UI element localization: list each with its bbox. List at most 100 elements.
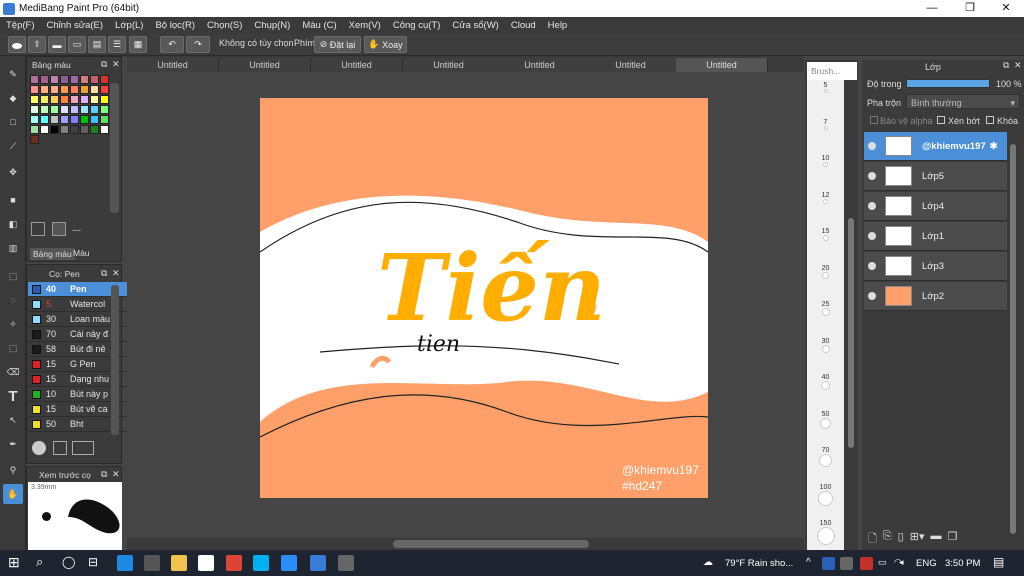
doc-tab[interactable]: Untitled: [403, 58, 495, 72]
color-swatch[interactable]: [80, 85, 89, 94]
color-swatch[interactable]: [30, 75, 39, 84]
color-swatch[interactable]: [100, 125, 109, 134]
doc-tab-active[interactable]: Untitled: [676, 58, 768, 72]
color-swatch[interactable]: [70, 115, 79, 124]
cloud-icon[interactable]: [8, 36, 26, 53]
layer-row[interactable]: Lớp4: [864, 192, 1007, 221]
menu-help[interactable]: Help: [548, 20, 568, 31]
doc-tab[interactable]: Untitled: [127, 58, 219, 72]
close-icon[interactable]: ✕: [112, 268, 120, 279]
color-swatch[interactable]: [30, 115, 39, 124]
new-page-icon[interactable]: [31, 222, 45, 236]
move-tool-icon[interactable]: ✥: [3, 162, 23, 182]
menu-file[interactable]: Tệp(F): [6, 20, 35, 31]
windows-start-icon[interactable]: ⊞: [8, 554, 20, 571]
size-scrollbar[interactable]: [846, 80, 856, 550]
color-swatch[interactable]: [50, 115, 59, 124]
notification-icon[interactable]: ▤: [993, 555, 1004, 569]
menu-color[interactable]: Màu (C): [302, 20, 336, 31]
search-icon[interactable]: ⌕: [36, 554, 43, 570]
eye-icon[interactable]: [868, 142, 876, 150]
brush-size-item[interactable]: 100: [807, 484, 844, 506]
color-swatch[interactable]: [40, 115, 49, 124]
brush-size-item[interactable]: 7: [807, 119, 844, 130]
maximize-button[interactable]: ❐: [952, 0, 988, 17]
color-swatch[interactable]: [70, 105, 79, 114]
color-swatch[interactable]: [30, 135, 39, 144]
color-swatch[interactable]: [90, 105, 99, 114]
brush-size-item[interactable]: 40: [807, 374, 844, 390]
eraser-tool-icon[interactable]: ◆: [3, 88, 23, 108]
detach-icon[interactable]: ⧉: [101, 469, 107, 480]
brush-tool-icon[interactable]: ✎: [3, 64, 23, 84]
duplicate-icon[interactable]: ❐: [947, 530, 957, 550]
menu-view[interactable]: Xem(V): [349, 20, 381, 31]
menu-layer[interactable]: Lớp(L): [115, 20, 143, 31]
brush-menu-icon[interactable]: [72, 441, 94, 455]
hand-tool-icon[interactable]: ✋: [3, 484, 23, 504]
brush-size-item[interactable]: 10: [807, 155, 844, 167]
comment-icon[interactable]: ▬: [48, 36, 66, 53]
chrome-icon[interactable]: [226, 555, 242, 571]
blend-select[interactable]: Bình thường ▾: [906, 94, 1020, 109]
close-button[interactable]: ✕: [988, 0, 1024, 17]
color-swatch[interactable]: [80, 105, 89, 114]
eye-icon[interactable]: [868, 262, 876, 270]
tab-color[interactable]: Màu: [73, 248, 90, 258]
close-icon[interactable]: ✕: [112, 59, 120, 70]
layer-row[interactable]: Lớp2: [864, 282, 1007, 311]
color-swatch[interactable]: [80, 75, 89, 84]
detach-icon[interactable]: ⧉: [101, 59, 107, 70]
color-swatch[interactable]: [60, 95, 69, 104]
color-swatch[interactable]: [40, 95, 49, 104]
color-swatch[interactable]: [50, 105, 59, 114]
color-swatch[interactable]: [40, 85, 49, 94]
color-swatch[interactable]: [90, 85, 99, 94]
add-layer-menu-icon[interactable]: ⊞▾: [910, 530, 925, 550]
color-swatch[interactable]: [90, 125, 99, 134]
color-swatch[interactable]: [80, 95, 89, 104]
color-swatch[interactable]: [100, 95, 109, 104]
brush-size-item[interactable]: 5: [807, 82, 844, 93]
undo-icon[interactable]: ↶: [160, 36, 184, 53]
bucket-tool-icon[interactable]: ◧: [3, 214, 23, 234]
language[interactable]: ENG: [916, 558, 937, 569]
rotate-button[interactable]: ✋ Xoay: [364, 36, 407, 53]
dropper-icon[interactable]: ✒: [3, 434, 23, 454]
color-swatch[interactable]: [70, 85, 79, 94]
eye-icon[interactable]: [868, 172, 876, 180]
detach-icon[interactable]: ⧉: [1003, 60, 1009, 71]
color-swatch[interactable]: [30, 85, 39, 94]
brush-size-item[interactable]: 25: [807, 301, 844, 316]
brush-add-icon[interactable]: [32, 441, 46, 455]
text-tool-icon[interactable]: T: [3, 386, 23, 406]
brush-size-item[interactable]: 70: [807, 447, 844, 467]
layer-page-icon[interactable]: ▯: [898, 530, 904, 550]
chevron-up-icon[interactable]: ^: [806, 557, 811, 568]
chat-icon[interactable]: ▭: [68, 36, 86, 53]
tray-v-icon[interactable]: [860, 557, 873, 570]
layer-row[interactable]: Lớp1: [864, 222, 1007, 251]
task-view-icon[interactable]: ◯: [62, 555, 75, 569]
new-layer-icon[interactable]: 🗋: [868, 530, 877, 550]
menu-cloud[interactable]: Cloud: [511, 20, 536, 31]
brush-scrollbar[interactable]: [111, 285, 119, 435]
color-swatch[interactable]: [80, 125, 89, 134]
minimize-button[interactable]: —: [914, 0, 950, 17]
operation-tool-icon[interactable]: ↖: [3, 410, 23, 430]
select-pen-icon[interactable]: ⬚: [3, 338, 23, 358]
color-swatch[interactable]: [70, 75, 79, 84]
color-swatch[interactable]: [60, 75, 69, 84]
edge-icon[interactable]: [117, 555, 133, 571]
trash-icon[interactable]: [52, 222, 66, 236]
menu-edit[interactable]: Chỉnh sửa(E): [47, 20, 104, 31]
detach-icon[interactable]: ⧉: [101, 268, 107, 279]
color-swatch[interactable]: [70, 125, 79, 134]
zoom-icon[interactable]: [281, 555, 297, 571]
rect-tool-icon[interactable]: □: [3, 112, 23, 132]
brush-size-item[interactable]: 150: [807, 520, 844, 545]
reset-button[interactable]: ⊘ Đặt lại: [314, 36, 361, 53]
color-swatch[interactable]: [40, 125, 49, 134]
color-swatch[interactable]: [30, 105, 39, 114]
color-swatch[interactable]: [50, 75, 59, 84]
